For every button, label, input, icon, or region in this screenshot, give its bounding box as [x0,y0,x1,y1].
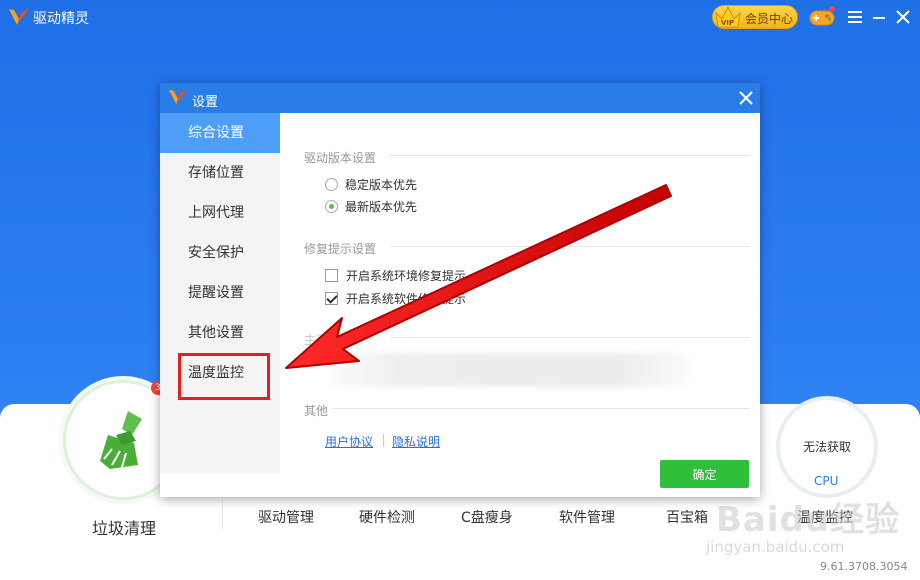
menu-reminder-settings[interactable]: 提醒设置 [160,273,280,313]
menu-proxy[interactable]: 上网代理 [160,193,280,233]
clean-label: 垃圾清理 [92,519,157,538]
nav-toolbox[interactable]: 百宝箱 [666,507,708,527]
dialog-logo-icon [169,88,187,105]
menu-general-settings[interactable]: 综合设置 [160,113,280,153]
divider [222,500,223,530]
privacy-link[interactable]: 隐私说明 [392,433,440,450]
vip-tag: VIP [721,19,734,27]
cpu-status: 无法获取 [802,440,851,454]
option-latest-version[interactable]: 最新版本优先 [325,198,417,215]
option-label: 最新版本优先 [345,200,418,214]
dialog-close-icon[interactable] [738,90,754,106]
title-bar: 驱动精灵 VIP 会员中心 [0,0,920,34]
confirm-button[interactable]: 确定 [660,460,749,488]
section-divider [390,155,750,156]
nav-software-management[interactable]: 软件管理 [559,507,615,527]
radio-latest[interactable] [325,200,338,213]
section-other-title: 其他 [304,404,329,418]
section-driver-version-title: 驱动版本设置 [304,151,377,165]
option-label: 开启系统环境修复提示 [346,269,467,283]
watermark: Baidu经验 [716,500,901,540]
settings-dialog: 设置 综合设置 存储位置 上网代理 安全保护 提醒设置 其他设置 温度监控 驱动… [160,83,760,497]
dialog-title: 设置 [192,95,219,110]
option-label: 开启系统软件修复提示 [346,292,467,306]
blurred-homepage-field [330,353,690,387]
link-separator [383,434,384,447]
checkbox-software-repair[interactable] [325,292,338,305]
game-controller-icon[interactable] [808,5,836,29]
nav-driver-management[interactable]: 驱动管理 [258,507,314,527]
app-title: 驱动精灵 [33,11,89,27]
vip-crown-icon: VIP [715,5,741,28]
dialog-title-bar: 设置 [160,83,760,113]
settings-side-menu: 综合设置 存储位置 上网代理 安全保护 提醒设置 其他设置 温度监控 [160,113,280,473]
option-software-repair[interactable]: 开启系统软件修复提示 [325,290,466,307]
radio-stable[interactable] [325,178,338,191]
user-agreement-link[interactable]: 用户协议 [325,433,373,450]
nav-c-drive-slim[interactable]: C盘瘦身 [461,507,513,527]
highlight-box [178,353,270,400]
menu-storage-location[interactable]: 存储位置 [160,153,280,193]
app-logo-icon [9,8,29,25]
cpu-label: CPU [814,474,839,488]
section-divider [332,408,750,409]
option-stable-version[interactable]: 稳定版本优先 [325,176,417,193]
checkbox-env-repair[interactable] [325,269,338,282]
broom-icon [100,411,142,469]
option-label: 稳定版本优先 [345,178,418,192]
section-homepage-title: 主页保护 [304,333,353,347]
section-divider [390,337,750,338]
menu-other-settings[interactable]: 其他设置 [160,313,280,353]
minimize-icon[interactable] [870,8,888,26]
close-icon[interactable] [894,8,912,26]
menu-icon[interactable] [846,8,864,26]
section-divider [390,246,750,247]
vip-center-button[interactable]: VIP 会员中心 [712,5,798,29]
option-env-repair[interactable]: 开启系统环境修复提示 [325,267,466,284]
watermark-url: jingyan.baidu.com [706,538,845,556]
vip-center-label: 会员中心 [745,12,794,26]
section-repair-title: 修复提示设置 [304,242,377,256]
nav-hardware-detection[interactable]: 硬件检测 [359,507,415,527]
menu-security[interactable]: 安全保护 [160,233,280,273]
version-text: 9.61.3708.3054 [820,560,908,573]
